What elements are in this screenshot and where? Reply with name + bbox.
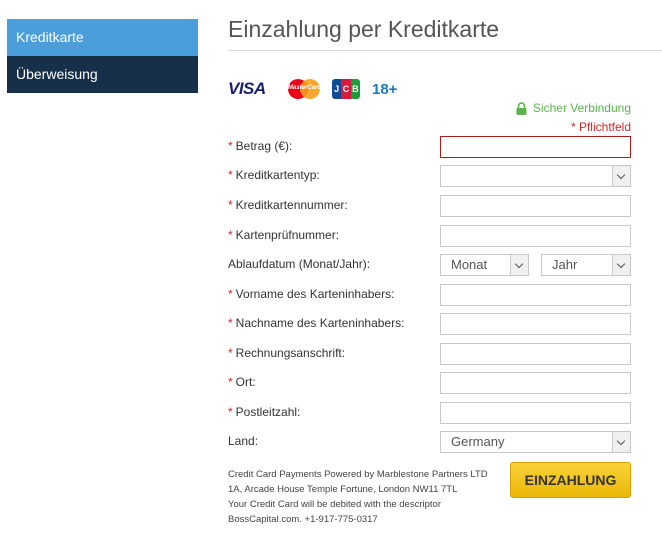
payment-processor-info: Credit Card Payments Powered by Marblest… [228, 469, 488, 525]
expiry-year-select[interactable]: Jahr [541, 254, 631, 276]
city-row: * Ort: [228, 372, 631, 394]
page-title: Einzahlung per Kreditkarte [228, 16, 500, 42]
title-divider [228, 50, 662, 51]
first-name-input[interactable] [440, 284, 631, 306]
sidebar-item-ueberweisung[interactable]: Überweisung [7, 56, 198, 93]
accepted-cards: VISA MasterCard J C B 18+ [228, 78, 397, 100]
visa-logo: VISA [228, 79, 266, 98]
amount-input[interactable] [440, 136, 631, 158]
jcb-logo: J C B [332, 79, 360, 99]
zip-row: * Postleitzahl: [228, 402, 631, 424]
payment-method-sidebar: Kreditkarte Überweisung [7, 19, 198, 93]
age-restriction-badge: 18+ [372, 80, 398, 98]
card-type-row: * Kreditkartentyp: [228, 165, 631, 187]
lock-icon [516, 101, 527, 115]
card-number-row: * Kreditkartennummer: [228, 195, 631, 217]
mastercard-logo: MasterCard [288, 79, 321, 99]
cvv-row: * Kartenprüfnummer: [228, 225, 631, 247]
city-input[interactable] [440, 372, 631, 394]
sidebar-item-kreditkarte[interactable]: Kreditkarte [7, 19, 198, 56]
country-row: Land: Germany [228, 431, 631, 453]
secure-connection: Sicher Verbindung [516, 101, 631, 115]
expiry-month-select[interactable]: Monat [440, 254, 529, 276]
chevron-down-icon [612, 432, 630, 452]
address-input[interactable] [440, 343, 631, 365]
deposit-submit-button[interactable]: EINZAHLUNG [510, 462, 631, 498]
card-number-input[interactable] [440, 195, 631, 217]
required-field-note: * Pflichtfeld [570, 120, 631, 134]
address-row: * Rechnungsanschrift: [228, 343, 631, 365]
last-name-input[interactable] [440, 313, 631, 335]
amount-row: * Betrag (€): [228, 136, 631, 158]
zip-input[interactable] [440, 402, 631, 424]
cvv-input[interactable] [440, 225, 631, 247]
first-name-row: * Vorname des Karteninhabers: [228, 284, 631, 306]
chevron-down-icon [612, 166, 630, 186]
expiry-row: Ablaufdatum (Monat/Jahr): Monat Jahr [228, 254, 631, 276]
country-select[interactable]: Germany [440, 431, 631, 453]
chevron-down-icon [612, 255, 630, 275]
chevron-down-icon [510, 255, 528, 275]
card-type-select[interactable] [440, 165, 631, 187]
last-name-row: * Nachname des Karteninhabers: [228, 313, 631, 335]
